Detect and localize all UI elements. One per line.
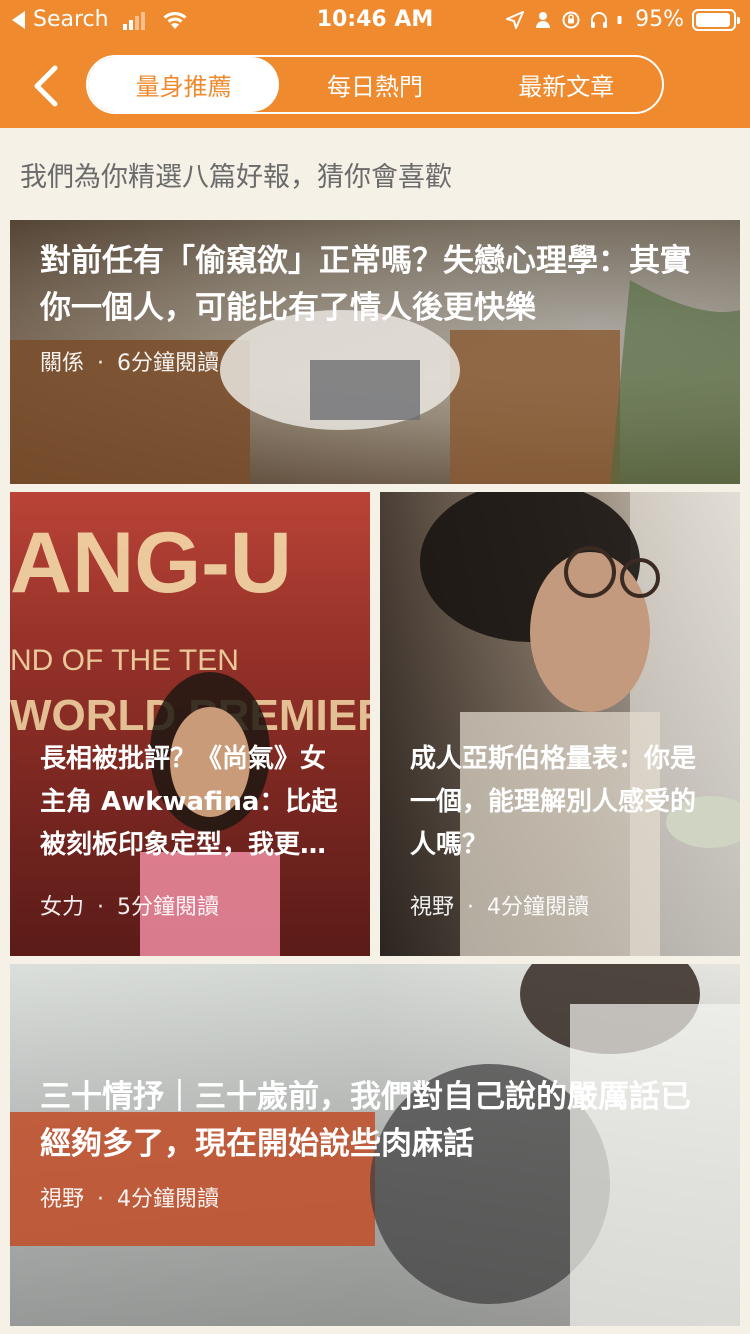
location-icon bbox=[506, 10, 525, 29]
article-read-time: 5分鐘閱讀 bbox=[117, 894, 220, 920]
article-meta: 視野 · 4分鐘閱讀 bbox=[40, 1181, 714, 1213]
person-icon bbox=[536, 11, 551, 28]
status-right: 95% bbox=[505, 7, 740, 32]
article-category: 視野 bbox=[410, 894, 455, 920]
headphones-icon bbox=[591, 11, 608, 28]
svg-text:ANG-U: ANG-U bbox=[10, 515, 292, 611]
article-read-time: 4分鐘閱讀 bbox=[117, 1187, 220, 1212]
article-title: 成人亞斯伯格量表：你是一個，能理解別人感受的人嗎？ bbox=[410, 744, 697, 860]
back-button[interactable] bbox=[24, 58, 68, 114]
meta-separator: · bbox=[467, 894, 475, 920]
article-read-time: 6分鐘閱讀 bbox=[117, 351, 220, 376]
battery-level bbox=[696, 12, 731, 27]
article-category: 關係 bbox=[40, 351, 85, 376]
status-bar: Search 10:46 AM 95% bbox=[0, 0, 750, 42]
battery-icon bbox=[692, 8, 740, 31]
article-meta: 女力 · 5分鐘閱讀 bbox=[40, 889, 344, 921]
article-meta: 視野 · 4分鐘閱讀 bbox=[410, 889, 714, 921]
tab-recommended[interactable]: 量身推薦 bbox=[88, 57, 280, 112]
svg-text:ND OF THE TEN: ND OF THE TEN bbox=[10, 644, 239, 677]
tab-latest-articles[interactable]: 最新文章 bbox=[471, 57, 662, 112]
article-card[interactable]: 三十情抒｜三十歲前，我們對自己說的嚴厲話已經夠多了，現在開始說些肉麻話 視野 ·… bbox=[10, 964, 740, 1326]
article-title: 三十情抒｜三十歲前，我們對自己說的嚴厲話已經夠多了，現在開始說些肉麻話 bbox=[40, 1079, 691, 1162]
article-read-time: 4分鐘閱讀 bbox=[487, 894, 590, 920]
article-meta: 關係 · 6分鐘閱讀 bbox=[40, 345, 714, 377]
meta-separator: · bbox=[97, 351, 105, 376]
meta-separator: · bbox=[97, 1187, 105, 1212]
section-subtitle: 我們為你精選八篇好報，猜你會喜歡 bbox=[20, 162, 452, 193]
article-card[interactable]: ANG-U ND OF THE TEN WORLD PREMIER 長相被批評？… bbox=[10, 492, 370, 956]
article-category: 女力 bbox=[40, 894, 85, 920]
tab-segmented-control: 量身推薦 每日熱門 最新文章 bbox=[86, 55, 664, 114]
article-title: 長相被批評？《尚氣》女主角 Awkwafina：比起被刻板印象定型，我更想活出自… bbox=[40, 744, 338, 860]
battery-percent: 95% bbox=[635, 7, 684, 32]
battery-vertical-icon bbox=[617, 15, 622, 24]
app-header: Search 10:46 AM 95% 量身推薦 每日熱門 最新文章 bbox=[0, 0, 750, 128]
article-category: 視野 bbox=[40, 1187, 85, 1212]
meta-separator: · bbox=[97, 894, 105, 920]
chevron-left-icon bbox=[34, 65, 58, 107]
article-title: 對前任有「偷窺欲」正常嗎？失戀心理學：其實你一個人，可能比有了情人後更快樂 bbox=[40, 243, 691, 326]
rotation-lock-icon bbox=[562, 11, 580, 28]
tab-daily-popular[interactable]: 每日熱門 bbox=[279, 57, 470, 112]
article-card[interactable]: 成人亞斯伯格量表：你是一個，能理解別人感受的人嗎？ 視野 · 4分鐘閱讀 bbox=[380, 492, 740, 956]
article-card[interactable]: 對前任有「偷窺欲」正常嗎？失戀心理學：其實你一個人，可能比有了情人後更快樂 關係… bbox=[10, 220, 740, 484]
